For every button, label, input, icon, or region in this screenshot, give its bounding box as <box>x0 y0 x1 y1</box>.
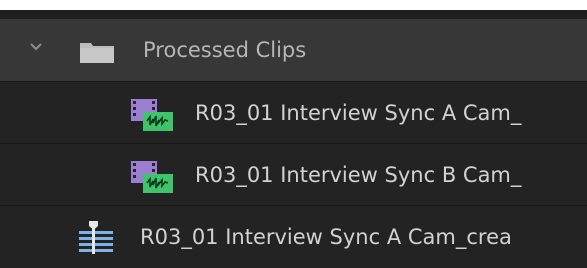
synced-clip-icon <box>131 99 173 131</box>
folder-row[interactable]: Processed Clips <box>0 19 587 81</box>
sequence-name: R03_01 Interview Sync A Cam_crea <box>140 225 512 249</box>
sequence-icon <box>79 221 113 254</box>
folder-icon <box>80 43 114 63</box>
project-panel: Processed Clips R03_01 Interview Sync A … <box>0 10 587 268</box>
synced-clip-icon <box>131 161 173 193</box>
list-item[interactable]: R03_01 Interview Sync A Cam_ <box>0 81 587 144</box>
clip-name: R03_01 Interview Sync B Cam_ <box>195 163 522 187</box>
list-item[interactable]: R03_01 Interview Sync B Cam_ <box>0 143 587 206</box>
clip-name: R03_01 Interview Sync A Cam_ <box>195 101 522 125</box>
list-item[interactable]: R03_01 Interview Sync A Cam_crea <box>0 205 587 268</box>
folder-name: Processed Clips <box>143 38 307 62</box>
chevron-down-icon[interactable] <box>30 41 42 53</box>
